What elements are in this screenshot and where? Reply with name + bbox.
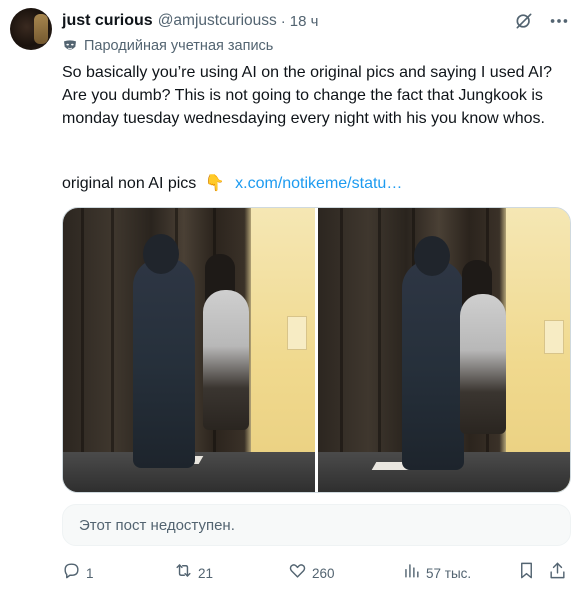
repost-count: 21 [198,565,214,581]
media-grid [62,207,571,493]
author-handle[interactable]: @amjustcuriouss [158,12,277,30]
photo-right[interactable] [318,208,570,492]
tweet-line2-text: original non AI pics [62,175,197,192]
photo-left-person [133,258,195,468]
reply-count: 1 [86,565,94,581]
parody-label[interactable]: Пародийная учетная запись [62,36,273,56]
reply-button[interactable]: 1 [62,560,94,586]
views-count: 57 тыс. [426,565,472,581]
tweet-header: just curious @amjustcuriouss · 18 ч [62,10,572,32]
quote-unavailable-text: Этот пост недоступен. [79,516,235,534]
repost-button[interactable]: 21 [174,560,213,586]
bookmark-button[interactable] [517,560,536,586]
heart-icon [288,561,307,585]
tweet-text: So basically you’re using AI on the orig… [62,61,562,130]
more-icon[interactable] [548,10,570,32]
tweet-body: So basically you’re using AI on the orig… [62,64,553,127]
tweet[interactable]: just curious @amjustcuriouss · 18 ч Паро… [0,0,586,592]
tweet-text-line2: original non AI pics 👇 x.com/notikeme/st… [62,172,402,195]
views-button[interactable]: 57 тыс. [402,560,471,586]
timestamp[interactable]: 18 ч [290,13,319,30]
views-icon [402,561,421,585]
photo-left-person-2 [203,290,249,430]
pointing-down-emoji: 👇 [204,175,225,192]
photo-left[interactable] [63,208,315,492]
like-button[interactable]: 260 [288,560,335,586]
action-bar: 1 21 260 57 тыс. [62,560,572,586]
quote-unavailable: Этот пост недоступен. [62,504,571,546]
like-count: 260 [312,565,335,581]
tweet-link[interactable]: x.com/notikeme/statu… [235,175,402,192]
parody-label-text: Пародийная учетная запись [84,38,274,54]
photo-left-wall [251,208,315,492]
bookmark-icon [517,561,536,585]
avatar[interactable] [10,8,52,50]
share-button[interactable] [548,560,567,586]
grok-icon[interactable] [514,11,534,31]
separator: · [280,12,286,30]
repost-icon [174,561,193,585]
parody-mask-icon [62,38,78,54]
share-icon [548,561,567,585]
author-name[interactable]: just curious [62,12,153,30]
photo-right-person-2 [460,294,506,434]
photo-right-person [402,260,464,470]
reply-icon [62,561,81,585]
